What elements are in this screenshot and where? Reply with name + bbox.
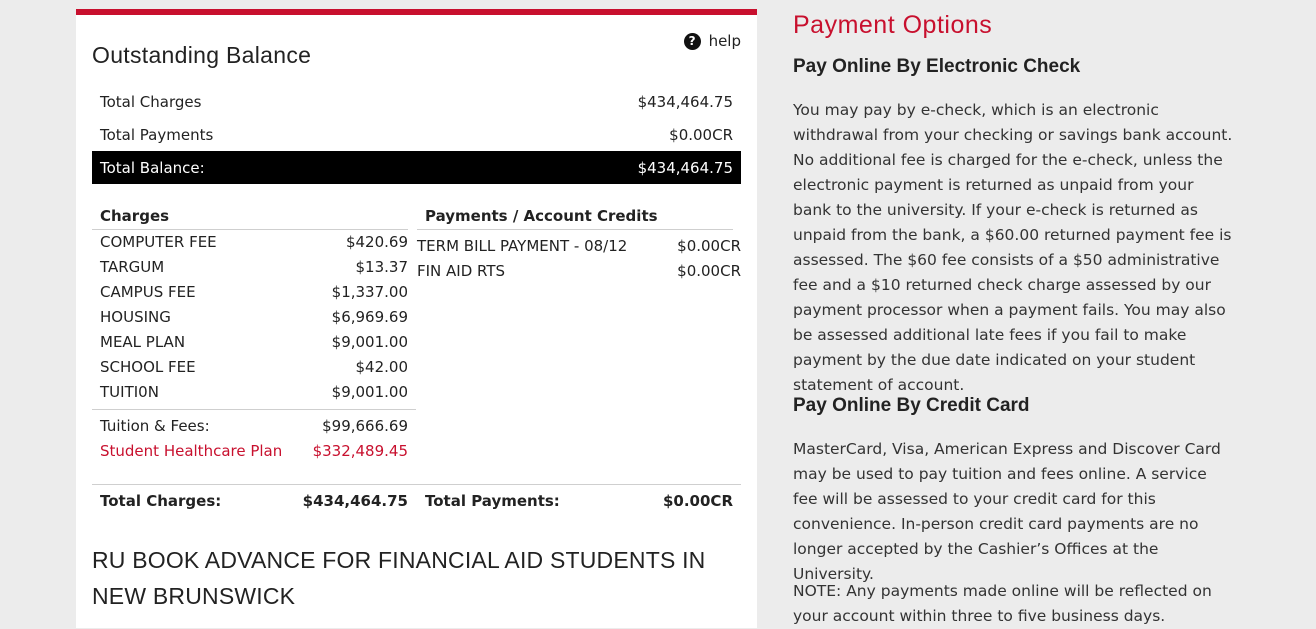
charge-item-value: $42.00 <box>355 358 409 376</box>
footer-total-payments-value: $0.00CR <box>662 492 733 510</box>
echeck-heading: Pay Online By Electronic Check <box>793 56 1081 77</box>
summary-total-payments-row: Total Payments $0.00CR <box>92 118 741 151</box>
charge-item-value: $13.37 <box>355 258 409 276</box>
footer-total-charges-label: Total Charges: <box>100 492 222 510</box>
echeck-paragraph: You may pay by e-check, which is an elec… <box>793 101 1233 394</box>
charge-item-value: $6,969.69 <box>331 308 408 326</box>
summary-total-balance-row: Total Balance: $434,464.75 <box>92 151 741 184</box>
help-link[interactable]: ? help <box>683 32 741 50</box>
charge-item-value: $420.69 <box>345 233 408 251</box>
charge-item-value: $1,337.00 <box>331 283 408 301</box>
summary-total-payments-label: Total Payments <box>100 125 214 144</box>
healthcare-plan-value: $332,489.45 <box>312 442 408 460</box>
credit-card-heading: Pay Online By Credit Card <box>793 395 1030 416</box>
payment-item-value: $0.00CR <box>677 262 741 280</box>
outstanding-balance-card: Outstanding Balance ? help Total Charges… <box>76 9 757 628</box>
charge-item-label: CAMPUS FEE <box>100 283 196 301</box>
tuition-fees-label: Tuition & Fees: <box>100 417 210 435</box>
payment-options-title: Payment Options <box>793 11 993 39</box>
payments-header-divider <box>417 229 733 230</box>
payment-item-label: TERM BILL PAYMENT - 08/12 <box>417 237 628 255</box>
summary-total-charges-label: Total Charges <box>100 92 202 111</box>
charges-header: Charges <box>100 207 170 225</box>
payment-item-value: $0.00CR <box>677 237 741 255</box>
charge-item-label: COMPUTER FEE <box>100 233 217 251</box>
charge-item-value: $9,001.00 <box>331 383 408 401</box>
summary-total-charges-row: Total Charges $434,464.75 <box>92 85 741 118</box>
footer-total-payments-label: Total Payments: <box>425 492 560 510</box>
footer-divider <box>92 484 741 485</box>
charge-item-label: TARGUM <box>100 258 165 276</box>
tuition-fees-value: $99,666.69 <box>322 417 408 435</box>
summary-total-balance-label: Total Balance: <box>100 158 205 177</box>
charge-item-label: HOUSING <box>100 308 171 326</box>
book-advance-title: RU BOOK ADVANCE FOR FINANCIAL AID STUDEN… <box>92 547 706 609</box>
question-circle-icon: ? <box>683 32 701 50</box>
charge-item-label: SCHOOL FEE <box>100 358 196 376</box>
footer-total-charges-value: $434,464.75 <box>302 492 408 510</box>
help-label: help <box>708 32 741 50</box>
outstanding-balance-title: Outstanding Balance <box>92 42 312 68</box>
charge-item-value: $9,001.00 <box>331 333 408 351</box>
summary-total-charges-value: $434,464.75 <box>637 92 733 111</box>
credit-card-paragraph: MasterCard, Visa, American Express and D… <box>793 440 1221 583</box>
subtotal-divider <box>92 409 416 410</box>
payments-header: Payments / Account Credits <box>425 207 658 225</box>
summary-total-balance-value: $434,464.75 <box>637 158 733 177</box>
payment-item-label: FIN AID RTS <box>417 262 506 280</box>
summary-total-payments-value: $0.00CR <box>669 125 733 144</box>
charge-item-label: TUITI0N <box>100 383 159 401</box>
charge-item-label: MEAL PLAN <box>100 333 186 351</box>
healthcare-plan-link[interactable]: Student Healthcare Plan <box>100 439 282 464</box>
note-paragraph: NOTE: Any payments made online will be r… <box>793 582 1212 625</box>
